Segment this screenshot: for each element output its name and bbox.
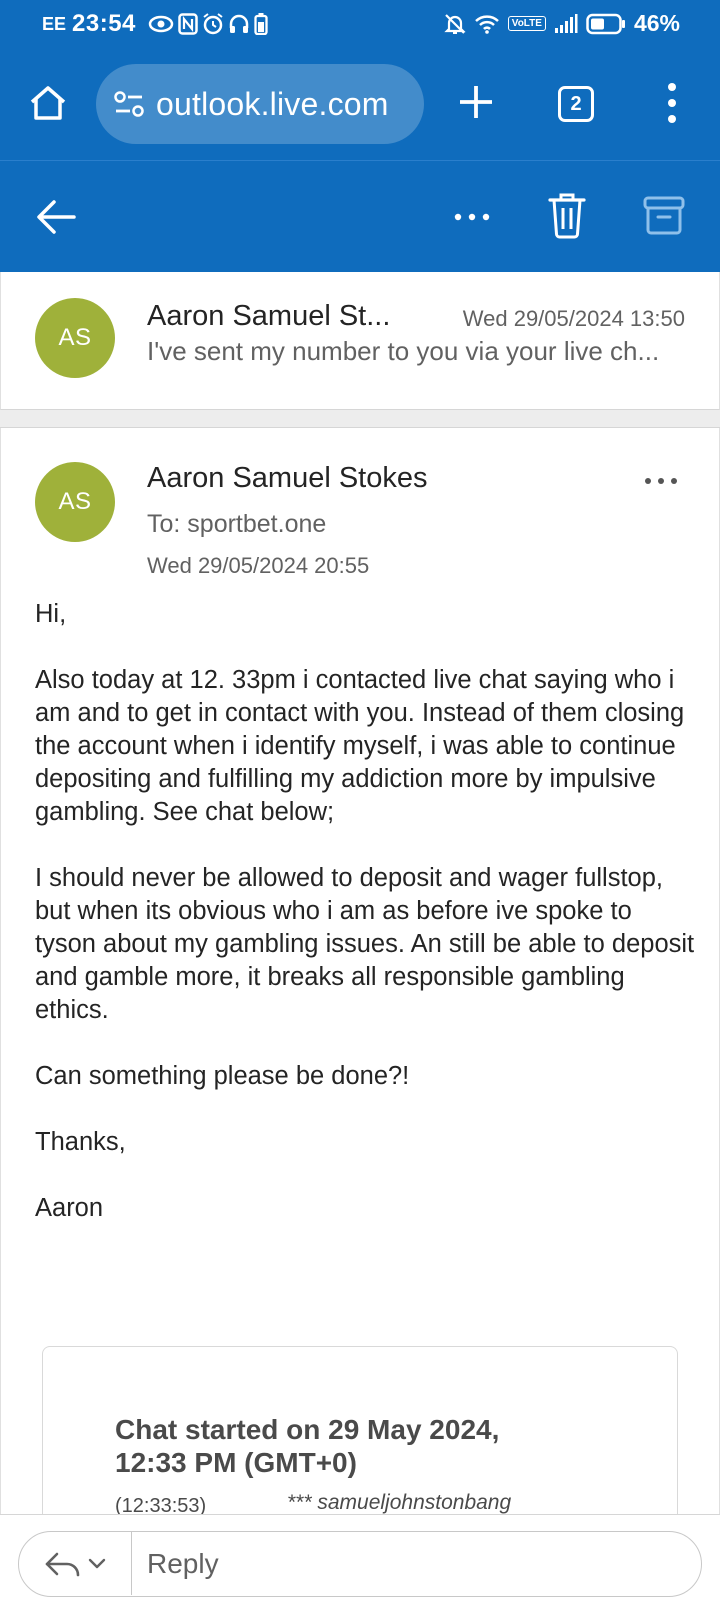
reply-options-button[interactable] xyxy=(19,1532,132,1595)
reply-placeholder: Reply xyxy=(147,1548,219,1579)
sender-name: Aaron Samuel St... xyxy=(147,300,391,332)
body-paragraph: Can something please be done?! xyxy=(35,1062,410,1090)
avatar[interactable]: AS xyxy=(35,462,115,542)
battery-percent: 46% xyxy=(633,10,680,36)
recipient-line: To: sportbet.one xyxy=(147,510,327,538)
chat-transcript-title: Chat started on 29 May 2024, 12:33 PM (G… xyxy=(115,1414,500,1478)
back-arrow-icon[interactable] xyxy=(34,195,78,239)
new-tab-icon[interactable] xyxy=(456,80,496,124)
nfc-icon xyxy=(178,13,198,35)
signal-icon xyxy=(554,13,578,33)
trash-icon[interactable] xyxy=(547,191,587,239)
browser-toolbar: outlook.live.com 2 xyxy=(0,50,720,160)
chevron-down-icon xyxy=(88,1558,106,1568)
wifi-icon xyxy=(474,14,499,34)
carrier-label: EE xyxy=(42,13,67,34)
reply-field[interactable]: Reply xyxy=(18,1531,702,1597)
headphones-icon xyxy=(229,14,249,33)
eye-icon xyxy=(148,15,174,33)
browser-menu-icon[interactable] xyxy=(660,80,684,126)
body-paragraph: Hi, xyxy=(35,600,67,628)
body-paragraph: I should never be allowed to deposit and… xyxy=(35,864,695,1024)
tab-switcher-button[interactable]: 2 xyxy=(558,86,594,122)
collapsed-message[interactable]: AS Aaron Samuel St... Wed 29/05/2024 13:… xyxy=(0,272,720,410)
address-bar[interactable]: outlook.live.com xyxy=(96,64,424,144)
alarm-icon xyxy=(203,13,223,35)
reply-arrow-icon xyxy=(45,1552,80,1576)
volte-badge: VoLTE xyxy=(507,16,546,31)
battery-saver-icon xyxy=(254,13,268,35)
mail-toolbar xyxy=(0,160,720,272)
message-more-icon[interactable] xyxy=(643,476,679,486)
reply-bar: Reply xyxy=(0,1514,720,1612)
message-preview: I've sent my number to you via your live… xyxy=(147,336,660,366)
more-actions-icon[interactable] xyxy=(452,207,492,227)
mute-bell-icon xyxy=(444,13,466,34)
body-paragraph: Also today at 12. 33pm i contacted live … xyxy=(35,666,685,826)
home-icon[interactable] xyxy=(28,83,68,123)
sender-name[interactable]: Aaron Samuel Stokes xyxy=(147,462,427,495)
body-paragraph: Thanks, xyxy=(35,1128,126,1156)
body-paragraph: Aaron xyxy=(35,1194,104,1222)
site-settings-icon[interactable] xyxy=(114,91,144,117)
chat-username: *** samueljohnstonbang xyxy=(287,1491,512,1514)
avatar: AS xyxy=(35,298,115,378)
clock: 23:54 xyxy=(72,10,136,37)
message-date: Wed 29/05/2024 20:55 xyxy=(147,553,370,578)
status-bar: EE 23:54 VoLTE 46% xyxy=(0,0,720,50)
message-date: Wed 29/05/2024 13:50 xyxy=(462,306,685,331)
url-text: outlook.live.com xyxy=(156,85,389,122)
battery-icon xyxy=(586,13,625,34)
message-body: Hi, Also today at 12. 33pm i contacted l… xyxy=(35,598,695,1258)
archive-icon[interactable] xyxy=(642,193,686,237)
message-divider xyxy=(0,410,720,428)
